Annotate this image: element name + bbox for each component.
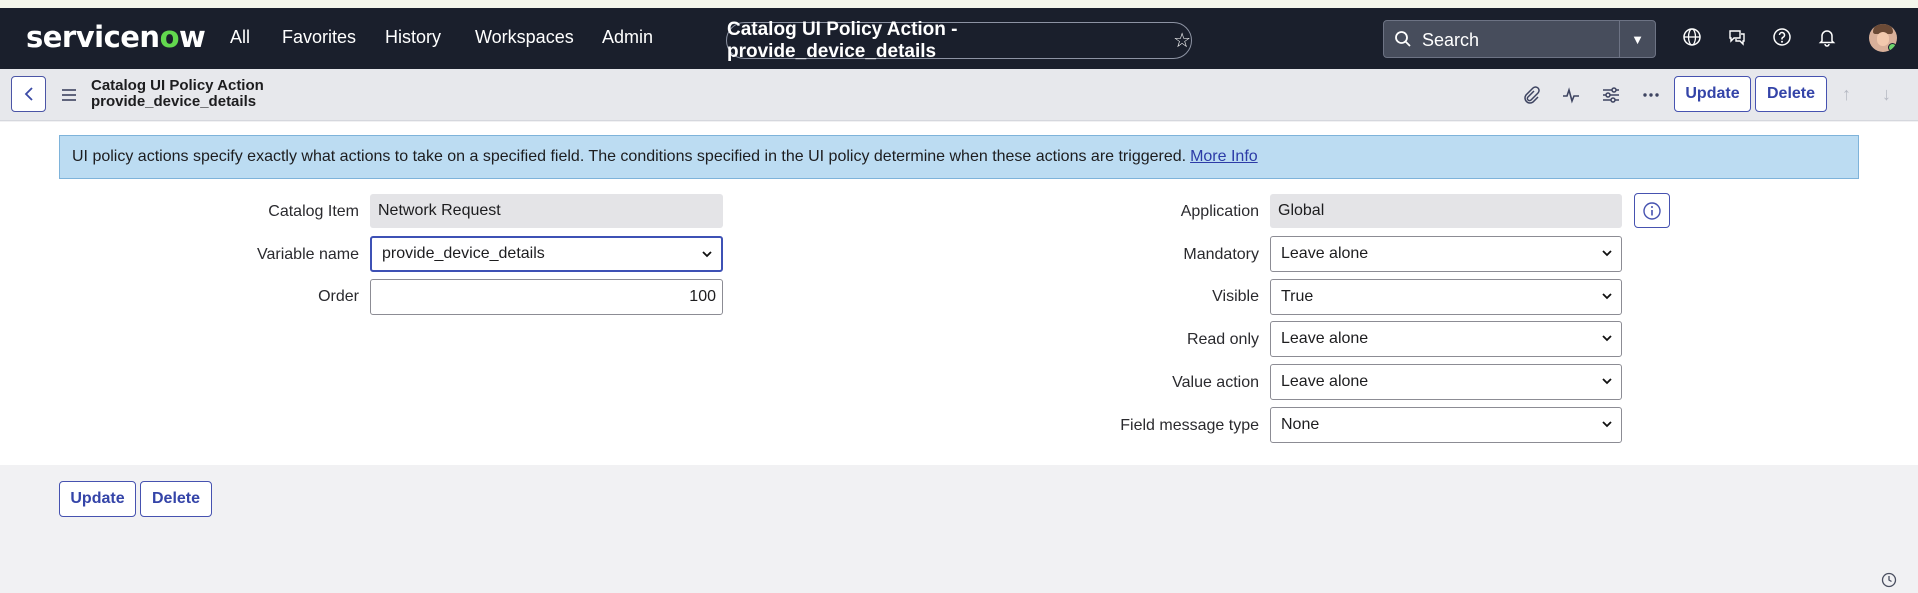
- help-icon[interactable]: [1772, 27, 1794, 49]
- online-status-dot: [1888, 43, 1897, 52]
- order-label: Order: [318, 288, 359, 305]
- more-info-link[interactable]: More Info: [1190, 148, 1258, 166]
- value-action-label: Value action: [1172, 374, 1259, 391]
- nav-all[interactable]: All: [230, 27, 250, 48]
- arrow-down-icon[interactable]: ↓: [1882, 84, 1891, 105]
- menu-icon[interactable]: [62, 88, 76, 106]
- search-label: Search: [1422, 30, 1480, 50]
- application-field: Global: [1270, 194, 1622, 228]
- visible-select[interactable]: True: [1270, 279, 1622, 315]
- order-input[interactable]: 100: [370, 279, 723, 315]
- catalog-item-label: Catalog Item: [268, 203, 359, 220]
- form-body: UI policy actions specify exactly what a…: [0, 122, 1918, 465]
- paperclip-icon[interactable]: [1521, 85, 1541, 105]
- record-header: Catalog UI Policy Action provide_device_…: [0, 69, 1918, 121]
- chevron-down-icon: [1602, 378, 1612, 385]
- read-only-label: Read only: [1186, 331, 1259, 348]
- footer-update-button[interactable]: Update: [59, 481, 136, 517]
- catalog-item-field: Network Request: [370, 194, 723, 228]
- user-avatar[interactable]: [1869, 24, 1897, 52]
- chevron-down-icon: [1602, 421, 1612, 428]
- info-message: UI policy actions specify exactly what a…: [72, 148, 1187, 165]
- chevron-down-icon: [1602, 293, 1612, 300]
- servicenow-logo[interactable]: servicenow: [26, 20, 206, 54]
- chevron-left-icon: [24, 87, 33, 101]
- global-search[interactable]: Search ▼: [1383, 20, 1656, 58]
- read-only-select[interactable]: Leave alone: [1270, 321, 1622, 357]
- record-title: Catalog UI Policy Action provide_device_…: [91, 77, 264, 110]
- nav-history[interactable]: History: [385, 27, 441, 48]
- settings-sliders-icon[interactable]: [1601, 85, 1621, 105]
- value-action-select[interactable]: Leave alone: [1270, 364, 1622, 400]
- context-title-pill[interactable]: Catalog UI Policy Action - provide_devic…: [726, 19, 1192, 62]
- mandatory-label: Mandatory: [1183, 246, 1259, 263]
- activity-icon[interactable]: [1561, 85, 1581, 105]
- info-icon[interactable]: [1634, 193, 1670, 228]
- chat-icon[interactable]: [1727, 27, 1749, 49]
- nav-favorites[interactable]: Favorites: [282, 27, 356, 48]
- update-button[interactable]: Update: [1674, 76, 1751, 112]
- globe-icon[interactable]: [1682, 27, 1704, 49]
- footer-delete-button[interactable]: Delete: [140, 481, 212, 517]
- arrow-up-icon[interactable]: ↑: [1842, 84, 1851, 105]
- search-icon: [1394, 30, 1412, 53]
- field-message-type-select[interactable]: None: [1270, 407, 1622, 443]
- top-navigation: servicenow All Favorites History Workspa…: [0, 8, 1918, 69]
- more-options-icon[interactable]: [1641, 85, 1661, 105]
- bell-icon[interactable]: [1817, 27, 1839, 49]
- variable-name-label: Variable name: [257, 246, 359, 263]
- chevron-down-icon: [1602, 335, 1612, 342]
- browser-top-strip: [0, 0, 1918, 8]
- variable-name-select[interactable]: provide_device_details: [370, 236, 723, 272]
- clock-icon[interactable]: [1881, 572, 1897, 593]
- nav-workspaces[interactable]: Workspaces: [475, 27, 574, 48]
- application-label: Application: [1180, 203, 1259, 220]
- star-icon[interactable]: ☆: [1173, 28, 1191, 53]
- context-title: Catalog UI Policy Action - provide_devic…: [727, 18, 958, 62]
- field-message-type-label: Field message type: [1120, 417, 1259, 434]
- search-scope-dropdown[interactable]: ▼: [1619, 21, 1655, 57]
- chevron-down-icon: [1602, 250, 1612, 257]
- mandatory-select[interactable]: Leave alone: [1270, 236, 1622, 272]
- chevron-down-icon: [702, 251, 712, 258]
- nav-admin[interactable]: Admin: [602, 27, 653, 48]
- visible-label: Visible: [1212, 288, 1259, 305]
- delete-button[interactable]: Delete: [1755, 76, 1827, 112]
- info-banner: UI policy actions specify exactly what a…: [59, 135, 1859, 179]
- back-button[interactable]: [11, 76, 46, 112]
